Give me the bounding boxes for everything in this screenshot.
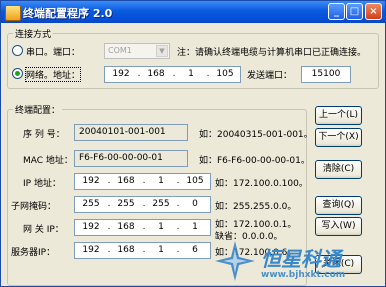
- prev-button[interactable]: 上一个(L): [315, 106, 362, 125]
- ip-octet-1: 192: [82, 245, 100, 255]
- close-window-button[interactable]: ×: [365, 3, 382, 20]
- watermark-url: www.bjhxkt.com: [261, 270, 346, 280]
- ip-octet-3: 1: [158, 222, 164, 232]
- subnet-mask-label: 子网掩码：: [11, 202, 57, 212]
- serial-number-label: 序 列 号：: [23, 130, 65, 140]
- serial-note: 注：请确认终端电缆与计算机串口已正确连接。: [177, 48, 367, 58]
- gateway-input[interactable]: 192 . 168 . 1 . 1: [74, 219, 211, 236]
- serial-number-example: 如：20040315-001-001。: [199, 130, 313, 140]
- ip-octet-1: 192: [82, 222, 100, 232]
- ip-octet-4: 1: [192, 222, 198, 232]
- subnet-mask-input[interactable]: 255 . 255 . 255 . 0: [74, 196, 211, 213]
- ip-octet-3: 1: [188, 69, 194, 79]
- ip-octet-3: 255: [152, 199, 170, 209]
- window-title: 终端配置程序 2.0: [23, 7, 113, 20]
- ip-octet-1: 192: [112, 69, 130, 79]
- maximize-button[interactable]: □: [346, 3, 363, 20]
- ip-octet-3: 1: [158, 176, 164, 186]
- serial-port-value: COM1: [108, 46, 132, 55]
- ip-octet-4: 105: [186, 176, 204, 186]
- ip-octet-2: 168: [117, 222, 135, 232]
- terminal-group-label: 终端配置：: [13, 103, 63, 116]
- server-ip-input[interactable]: 192 . 168 . 1 . 6: [74, 242, 211, 259]
- send-port-input[interactable]: 15100: [301, 66, 351, 83]
- mac-example: 如：F6-F6-00-00-00-01。: [199, 156, 310, 166]
- watermark: 恒星科通 www.bjhxkt.com: [213, 239, 363, 286]
- subnet-mask-example: 如：255.255.0.0。: [215, 202, 297, 212]
- ip-address-label: IP 地址：: [23, 179, 61, 189]
- ip-octet-4: 105: [216, 69, 234, 79]
- app-window: 终端配置程序 2.0 _ □ × 连接方式 串口。端口： COM1 ▼ 注：请确…: [0, 0, 386, 287]
- app-icon: [5, 5, 21, 21]
- network-radio[interactable]: [12, 68, 23, 79]
- minimize-button[interactable]: _: [328, 3, 345, 20]
- network-label: 网络。地址：: [24, 67, 82, 82]
- ip-octet-1: 192: [82, 176, 100, 186]
- write-button[interactable]: 写入(W): [315, 217, 362, 236]
- mac-label: MAC 地址：: [23, 156, 73, 166]
- chevron-down-icon[interactable]: ▼: [156, 45, 168, 57]
- next-button[interactable]: 下一个(X): [315, 128, 362, 147]
- serial-number-field[interactable]: 20040101-001-001: [74, 124, 188, 141]
- ip-address-input[interactable]: 192 . 168 . 1 . 105: [74, 173, 211, 190]
- server-ip-label: 服务器IP：: [11, 248, 56, 258]
- send-port-label: 发送端口：: [247, 71, 293, 81]
- ip-octet-2: 168: [147, 69, 165, 79]
- title-bar[interactable]: 终端配置程序 2.0 _ □ ×: [1, 1, 385, 23]
- ip-octet-1: 255: [82, 199, 100, 209]
- serial-port-select[interactable]: COM1 ▼: [104, 43, 170, 59]
- mac-field[interactable]: F6-F6-00-00-00-01: [74, 150, 188, 167]
- ip-address-example: 如：172.100.0.100。: [215, 179, 308, 189]
- query-button[interactable]: 查询(Q): [315, 196, 362, 215]
- clear-button[interactable]: 清除(C): [315, 160, 362, 179]
- ip-octet-4: 6: [192, 245, 198, 255]
- ip-octet-2: 168: [117, 176, 135, 186]
- ip-octet-2: 168: [117, 245, 135, 255]
- connection-group-label: 连接方式: [13, 27, 54, 40]
- gateway-label: 网 关 IP：: [23, 225, 64, 235]
- ip-octet-3: 1: [158, 245, 164, 255]
- serial-label: 串口。端口：: [26, 48, 81, 58]
- watermark-name: 恒星科通: [261, 247, 341, 271]
- serial-radio[interactable]: [12, 45, 23, 56]
- connection-ip-input[interactable]: 192 . 168 . 1 . 105: [104, 66, 241, 83]
- ip-octet-2: 255: [117, 199, 135, 209]
- star-logo-icon: [215, 241, 255, 281]
- ip-octet-4: 0: [192, 199, 198, 209]
